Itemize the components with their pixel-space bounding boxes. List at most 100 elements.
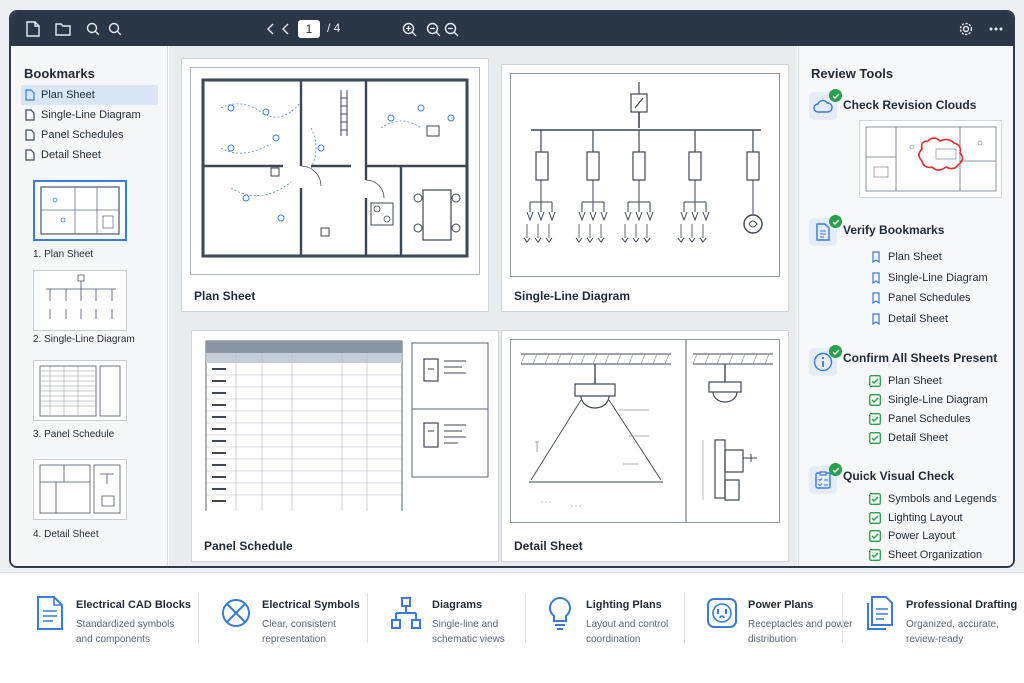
item-label: Single-Line Diagram [888,272,988,284]
sheet-check-item[interactable]: Detail Sheet [869,430,948,446]
bookmark-panel-schedules[interactable]: Panel Schedules [21,125,158,145]
sheet-check-item[interactable]: Plan Sheet [869,373,942,389]
feature-title: Electrical Symbols [262,599,360,611]
page-thumbnail-3[interactable] [33,360,127,421]
section-title: Quick Visual Check [843,469,955,483]
item-label: Panel Schedules [888,292,971,304]
bookmarks-panel: Bookmarks Plan Sheet Single-Line Diagram… [11,46,168,566]
bookmark-icon [872,272,880,284]
sheet-title: Single-Line Diagram [514,289,631,303]
page-thumbnail-4[interactable] [33,459,127,520]
thumbnail-label: 4. Detail Sheet [33,529,99,540]
circle-x-icon [222,599,250,627]
item-label: Detail Sheet [888,432,948,444]
bookmark-check-item[interactable]: Single-Line Diagram [871,270,988,286]
divider [367,593,368,643]
checkbox-checked-icon [869,413,881,425]
checkbox-checked-icon [869,375,881,387]
page-total: / 4 [327,21,341,35]
item-label: Symbols and Legends [888,493,997,505]
diagram-thumbnail-drawing [46,274,116,319]
item-label: Detail Sheet [888,313,948,325]
detail-drawing-frame [510,339,780,523]
document-icon [25,89,35,101]
checkbox-checked-icon [869,512,881,524]
document-icon [25,129,35,141]
thumbnail-label: 3. Panel Schedule [33,429,115,440]
bookmark-label: Plan Sheet [41,89,95,101]
divider [525,593,526,643]
feature-title: Diagrams [432,599,483,611]
settings-gear-icon[interactable] [956,19,976,39]
lightbulb-icon [549,596,571,630]
bookmark-check-item[interactable]: Plan Sheet [871,249,942,265]
section-title: Verify Bookmarks [843,223,945,237]
feature-title: Professional Drafting [906,599,1018,611]
folder-icon[interactable] [53,19,73,39]
sheet-single-line-diagram[interactable]: Single-Line Diagram [501,64,789,312]
item-label: Lighting Layout [888,512,963,524]
section-title: Check Revision Clouds [843,98,977,112]
search-icon[interactable] [83,19,103,39]
bookmark-single-line-diagram[interactable]: Single-Line Diagram [21,105,158,125]
section-title: Confirm All Sheets Present [843,351,998,365]
bookmark-icon [872,292,880,304]
sheet-plan[interactable]: Plan Sheet [181,58,489,312]
check-badge-icon [829,463,842,476]
bookmark-icon [872,251,880,263]
bookmark-label: Detail Sheet [41,149,101,161]
documents-icon [867,596,893,630]
item-label: Sheet Organization [888,549,983,561]
review-tools-panel: Review Tools Check Revision Clouds Verif… [798,46,1013,566]
checkbox-checked-icon [869,493,881,505]
find-icon[interactable] [105,19,125,39]
item-label: Power Layout [888,530,956,542]
feature-description: Layout and control coordination [586,619,669,645]
divider [198,593,199,643]
diagram-drawing-frame [510,73,780,277]
feature-strip: Electrical CAD Blocks Standardized symbo… [0,572,1024,683]
page-number-input[interactable]: 1 [298,20,320,38]
visual-check-item[interactable]: Symbols and Legends [869,491,997,507]
floor-plan-drawing [201,78,469,258]
sheet-panel-schedule[interactable]: Panel Schedule [191,330,499,562]
checkbox-checked-icon [869,432,881,444]
divider [842,593,843,643]
new-document-icon[interactable] [23,19,43,39]
bookmark-check-item[interactable]: Panel Schedules [871,290,971,306]
plan-drawing-frame [190,67,480,275]
sheet-title: Panel Schedule [204,539,293,553]
detail-thumbnail-drawing [39,464,121,514]
single-line-diagram-drawing [523,82,763,243]
previous-page-icon[interactable] [276,19,296,39]
schedule-thumbnail-drawing [39,365,121,417]
visual-check-item[interactable]: Lighting Layout [869,510,963,526]
bookmark-detail-sheet[interactable]: Detail Sheet [21,145,158,165]
item-label: Plan Sheet [888,251,942,263]
pdf-viewer-window: 1 / 4 Bookmarks Plan Sheet Single-Line D… [9,10,1015,568]
more-options-icon[interactable] [986,19,1006,39]
sheet-title: Detail Sheet [514,539,583,553]
check-badge-icon [829,89,842,102]
sheet-check-item[interactable]: Single-Line Diagram [869,392,988,408]
item-label: Panel Schedules [888,413,971,425]
document-icon [37,596,63,630]
revision-cloud-preview[interactable] [859,120,1002,198]
zoom-out-icon[interactable] [423,19,443,39]
panel-schedule-drawing [205,340,489,511]
feature-title: Electrical CAD Blocks [76,599,191,611]
zoom-in-icon[interactable] [399,19,419,39]
visual-check-item[interactable]: Sheet Organization [869,547,982,563]
feature-title: Lighting Plans [586,599,662,611]
document-icon [25,149,35,161]
detail-drawing [520,340,773,522]
visual-check-item[interactable]: Power Layout [869,528,955,544]
sheet-detail[interactable]: Detail Sheet [501,330,789,562]
bookmark-check-item[interactable]: Detail Sheet [871,311,948,327]
sheet-check-item[interactable]: Panel Schedules [869,411,971,427]
item-label: Single-Line Diagram [888,394,988,406]
page-thumbnail-2[interactable] [33,270,127,331]
bookmark-plan-sheet[interactable]: Plan Sheet [21,85,158,105]
page-thumbnail-1[interactable] [33,180,127,241]
zoom-fit-icon[interactable] [441,19,461,39]
